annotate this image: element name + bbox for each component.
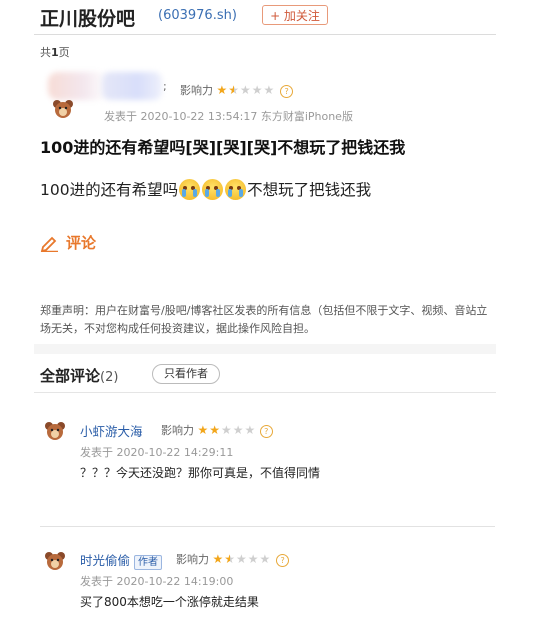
author-badge: 作者 — [134, 555, 163, 570]
influence-row: 影响力 ★★★★★ ? — [180, 82, 294, 98]
crying-emoji-icon — [225, 178, 247, 200]
comment-button[interactable]: 评论 — [40, 232, 96, 253]
divider — [40, 526, 495, 527]
pencil-icon — [40, 236, 58, 252]
comment-username[interactable]: 时光偷偷 — [80, 553, 130, 568]
comment-author-line: 时光偷偷 作者 — [80, 550, 163, 570]
section-gap — [34, 344, 496, 354]
comment-text: 买了800本想吃一个涨停就走结果 — [80, 595, 259, 609]
comment-meta: 发表于 2020-10-22 14:19:00 — [80, 575, 234, 588]
stock-code[interactable]: (603976.sh) — [158, 8, 237, 23]
avatar-icon — [53, 100, 73, 118]
avatar[interactable] — [52, 98, 74, 124]
forum-title[interactable]: 正川股份吧 — [40, 4, 135, 31]
divider — [34, 392, 496, 393]
crying-emoji-icon — [202, 178, 224, 200]
avatar[interactable] — [44, 550, 66, 576]
disclaimer: 郑重声明：用户在财富号/股吧/博客社区发表的所有信息（包括但不限于文字、视频、音… — [40, 304, 488, 335]
avatar-icon — [45, 552, 65, 570]
help-icon[interactable]: ? — [259, 424, 273, 438]
blurred-username — [48, 72, 108, 100]
avatar-icon — [45, 422, 65, 440]
post-title: 100进的还有希望吗[哭][哭][哭]不想玩了把钱还我 — [40, 138, 406, 157]
page-count: 共1页 — [40, 46, 70, 59]
only-author-button[interactable]: 只看作者 — [152, 364, 220, 384]
comment-username[interactable]: 小虾游大海 — [80, 421, 143, 440]
avatar[interactable] — [44, 420, 66, 446]
post-body: 100进的还有希望吗 不想玩了把钱还我 — [40, 178, 371, 200]
comment-text: ？？？今天还没跑？那你可真是，不值得同情 — [80, 466, 321, 480]
comment-meta: 发表于 2020-10-22 14:29:11 — [80, 446, 234, 459]
influence-row: 影响力 ★★★★★ ? — [176, 551, 290, 567]
crying-emoji-icon — [179, 178, 201, 200]
help-icon[interactable]: ? — [280, 84, 294, 98]
follow-button[interactable]: + 加关注 — [262, 5, 328, 25]
post-meta: 发表于 2020-10-22 13:54:17 东方财富iPhone版 — [104, 110, 353, 123]
avatar-mark: ; — [163, 80, 167, 93]
help-icon[interactable]: ? — [276, 553, 290, 567]
all-comments-tab[interactable]: 全部评论(2) — [40, 365, 118, 386]
rating-stars: ★★★★★ — [212, 552, 272, 566]
rating-stars: ★★★★★ — [216, 83, 276, 97]
blurred-username — [102, 72, 162, 100]
divider — [34, 34, 496, 35]
rating-stars: ★★★★★ — [197, 423, 257, 437]
influence-row: 影响力 ★★★★★ ? — [161, 422, 273, 438]
